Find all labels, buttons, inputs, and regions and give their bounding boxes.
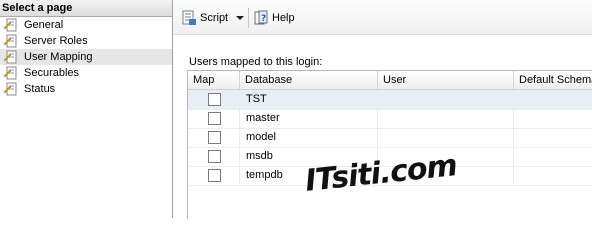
page-item-label: Securables: [24, 67, 80, 79]
page-item-label: User Mapping: [24, 51, 93, 63]
database-cell: model: [240, 128, 378, 147]
database-cell: TST: [240, 90, 378, 109]
page-item-status[interactable]: Status: [0, 81, 172, 97]
default-schema-cell[interactable]: [514, 90, 592, 109]
user-cell[interactable]: [378, 109, 514, 128]
map-checkbox[interactable]: [208, 131, 221, 144]
page-item-label: Status: [24, 83, 56, 95]
default-schema-cell[interactable]: [514, 109, 592, 128]
map-cell: [188, 90, 240, 109]
script-label: Script: [200, 12, 229, 24]
column-header-default-schema[interactable]: Default Schema: [514, 71, 592, 89]
grid-header: Map Database User Default Schema: [188, 71, 592, 90]
script-dropdown-arrow-icon[interactable]: [236, 16, 244, 20]
page-item-label: Server Roles: [24, 35, 88, 47]
column-header-user[interactable]: User: [378, 71, 514, 89]
column-header-database[interactable]: Database: [240, 71, 378, 89]
table-row[interactable]: master: [188, 109, 592, 129]
script-icon: [182, 10, 196, 25]
page-icon: [4, 66, 17, 80]
page-icon: [4, 18, 17, 32]
help-button[interactable]: ? Help: [253, 9, 295, 27]
svg-text:?: ?: [261, 14, 266, 24]
map-checkbox[interactable]: [208, 169, 221, 182]
help-label: Help: [272, 12, 295, 24]
toolbar: Script ? Help: [173, 0, 592, 35]
page-item-server-roles[interactable]: Server Roles: [0, 33, 172, 49]
help-icon: ?: [254, 10, 268, 25]
page-item-general[interactable]: General: [0, 17, 172, 33]
page-icon: [4, 82, 17, 96]
table-row[interactable]: model: [188, 128, 592, 148]
page-icon: [4, 34, 17, 48]
select-page-pane: Select a page General Server Roles User …: [0, 0, 173, 218]
user-cell[interactable]: [378, 90, 514, 109]
map-cell: [188, 166, 240, 185]
page-item-user-mapping[interactable]: User Mapping: [0, 49, 172, 65]
map-cell: [188, 109, 240, 128]
default-schema-cell[interactable]: [514, 147, 592, 166]
map-checkbox[interactable]: [208, 150, 221, 163]
database-cell: master: [240, 109, 378, 128]
map-cell: [188, 147, 240, 166]
table-row[interactable]: TST: [188, 90, 592, 110]
map-checkbox[interactable]: [208, 93, 221, 106]
map-cell: [188, 128, 240, 147]
page-item-label: General: [24, 19, 64, 31]
users-mapped-label: Users mapped to this login:: [189, 56, 323, 68]
column-header-map[interactable]: Map: [188, 71, 240, 89]
default-schema-cell[interactable]: [514, 166, 592, 185]
select-page-header: Select a page: [0, 0, 172, 17]
script-button[interactable]: Script: [181, 9, 228, 27]
page-icon: [4, 50, 17, 64]
user-cell[interactable]: [378, 128, 514, 147]
toolbar-separator: [248, 8, 249, 28]
user-mapping-grid[interactable]: Map Database User Default Schema TST mas…: [187, 70, 592, 219]
default-schema-cell[interactable]: [514, 128, 592, 147]
map-checkbox[interactable]: [208, 112, 221, 125]
page-item-securables[interactable]: Securables: [0, 65, 172, 81]
